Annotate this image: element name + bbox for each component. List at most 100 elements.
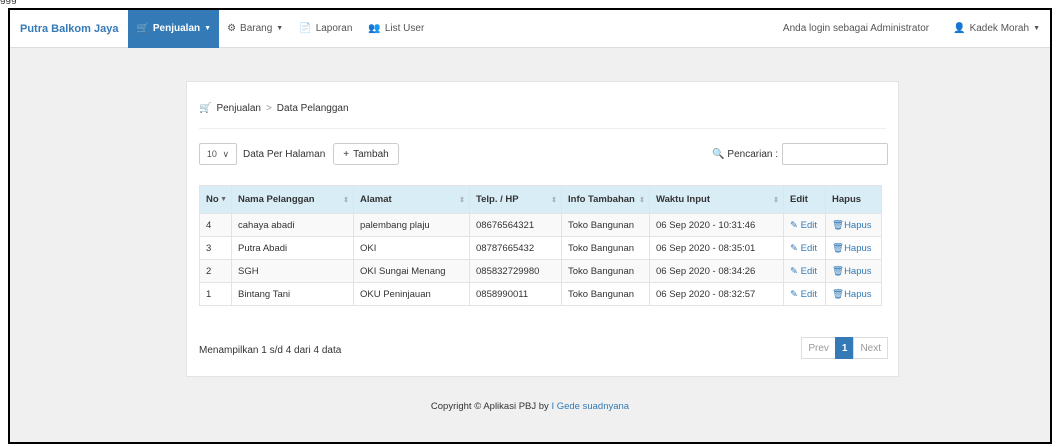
delete-link[interactable]: 🗑Hapus — [832, 289, 872, 300]
next-page-button[interactable]: Next — [853, 337, 888, 359]
search-group: 🔍 Pencarian : — [712, 143, 888, 165]
trash-icon: 🗑 — [832, 242, 845, 254]
cell-info: Toko Bangunan — [561, 282, 650, 306]
user-menu[interactable]: 👤 Kadek Morah ▼ — [943, 23, 1050, 34]
perpage-label: Data Per Halaman — [243, 148, 326, 160]
cell-nama: cahaya abadi — [231, 213, 354, 237]
page-button-current[interactable]: 1 — [834, 337, 855, 359]
search-label: 🔍 Pencarian : — [712, 149, 778, 160]
sort-icon: ⇕ — [343, 197, 349, 204]
cell-info: Toko Bangunan — [561, 259, 650, 283]
cell-edit: ✎ Edit — [783, 213, 826, 237]
cell-hapus: 🗑Hapus — [825, 259, 882, 283]
sort-icon: ⇕ — [773, 197, 779, 204]
top-navbar: Putra Balkom Jaya 🛒 Penjualan ▼ ⚙ Barang… — [10, 10, 1050, 48]
nav-barang[interactable]: ⚙ Barang ▼ — [219, 10, 291, 48]
navbar-right: Anda login sebagai Administrator 👤 Kadek… — [769, 10, 1050, 48]
content-panel: 🛒 Penjualan > Data Pelanggan 10 ∨ Data P… — [186, 81, 899, 377]
document-icon: 📄 — [299, 23, 312, 34]
header-alamat[interactable]: Alamat ⇕ — [353, 185, 470, 214]
header-hapus: Hapus — [825, 185, 882, 214]
sort-icon: ⇕ — [459, 197, 465, 204]
plus-icon: + — [343, 148, 350, 160]
add-button-label: Tambah — [353, 148, 389, 160]
nav-list-user-label: List User — [384, 23, 425, 34]
cell-info: Toko Bangunan — [561, 213, 650, 237]
breadcrumb-section[interactable]: Penjualan — [216, 103, 260, 114]
pencil-icon: ✎ — [790, 288, 798, 300]
cell-no: 4 — [199, 213, 232, 237]
pencil-icon: ✎ — [790, 242, 798, 254]
trash-icon: 🗑 — [832, 288, 845, 300]
nav-laporan[interactable]: 📄 Laporan — [291, 10, 360, 48]
copyright-footer: Copyright © Aplikasi PBJ by I Gede suadn… — [10, 401, 1050, 412]
table-row: 4 cahaya abadi palembang plaju 086765643… — [199, 213, 882, 237]
cell-hapus: 🗑Hapus — [825, 282, 882, 306]
user-icon: 👤 — [953, 23, 966, 34]
cell-telp: 0858990011 — [469, 282, 562, 306]
clipped-top-text: ggg — [0, 0, 17, 5]
perpage-select[interactable]: 10 ∨ — [199, 143, 237, 165]
nav-laporan-label: Laporan — [315, 23, 353, 34]
copyright-text: Copyright © Aplikasi PBJ by — [430, 401, 549, 412]
header-edit: Edit — [783, 185, 826, 214]
table-row: 3 Putra Abadi OKI 08787665432 Toko Bangu… — [199, 236, 882, 260]
users-icon: 👥 — [368, 23, 381, 34]
breadcrumb-current: Data Pelanggan — [276, 103, 349, 114]
login-status-text: Anda login sebagai Administrator — [782, 23, 930, 34]
gear-icon: ⚙ — [227, 23, 237, 34]
edit-link[interactable]: ✎ Edit — [790, 266, 817, 277]
header-no[interactable]: No ▼ — [199, 185, 232, 214]
user-name: Kadek Morah — [969, 23, 1030, 34]
delete-link[interactable]: 🗑Hapus — [832, 243, 872, 254]
cart-icon: 🛒 — [136, 23, 149, 34]
search-label-text: Pencarian : — [727, 148, 778, 160]
nav-penjualan[interactable]: 🛒 Penjualan ▼ — [128, 10, 220, 48]
cell-alamat: palembang plaju — [353, 213, 470, 237]
pagination: Prev 1 Next — [801, 337, 888, 359]
breadcrumb-separator: > — [265, 103, 272, 114]
header-info[interactable]: Info Tambahan ⇕ — [561, 185, 650, 214]
cell-no: 1 — [199, 282, 232, 306]
cell-alamat: OKI — [353, 236, 470, 260]
cell-edit: ✎ Edit — [783, 282, 826, 306]
header-waktu[interactable]: Waktu Input ⇕ — [649, 185, 784, 214]
search-input[interactable] — [782, 143, 888, 165]
pencil-icon: ✎ — [790, 265, 798, 277]
cell-telp: 08787665432 — [469, 236, 562, 260]
table-info-text: Menampilkan 1 s/d 4 dari 4 data — [199, 345, 342, 356]
cell-waktu: 06 Sep 2020 - 08:35:01 — [649, 236, 784, 260]
customer-table: No ▼ Nama Pelanggan ⇕ Alamat ⇕ Telp. / HP ⇕… — [199, 185, 882, 306]
cell-nama: Putra Abadi — [231, 236, 354, 260]
edit-link[interactable]: ✎ Edit — [790, 289, 817, 300]
sort-desc-icon: ▼ — [220, 196, 227, 203]
trash-icon: 🗑 — [832, 219, 845, 231]
sort-icon: ⇕ — [639, 197, 645, 204]
author-link[interactable]: I Gede suadnyana — [551, 401, 629, 412]
prev-page-button[interactable]: Prev — [801, 337, 836, 359]
app-window: Putra Balkom Jaya 🛒 Penjualan ▼ ⚙ Barang… — [8, 8, 1052, 444]
cart-icon: 🛒 — [199, 103, 212, 114]
cell-edit: ✎ Edit — [783, 236, 826, 260]
sort-icon: ⇕ — [551, 197, 557, 204]
cell-edit: ✎ Edit — [783, 259, 826, 283]
edit-link[interactable]: ✎ Edit — [790, 220, 817, 231]
brand-logo[interactable]: Putra Balkom Jaya — [10, 10, 128, 48]
chevron-down-icon: ∨ — [222, 148, 230, 159]
cell-waktu: 06 Sep 2020 - 10:31:46 — [649, 213, 784, 237]
search-icon: 🔍 — [711, 148, 725, 160]
chevron-down-icon: ▼ — [204, 25, 212, 32]
header-nama[interactable]: Nama Pelanggan ⇕ — [231, 185, 354, 214]
edit-link[interactable]: ✎ Edit — [790, 243, 817, 254]
add-button[interactable]: + Tambah — [333, 143, 399, 165]
cell-no: 3 — [199, 236, 232, 260]
cell-no: 2 — [199, 259, 232, 283]
delete-link[interactable]: 🗑Hapus — [832, 266, 872, 277]
nav-list-user[interactable]: 👥 List User — [360, 10, 432, 48]
cell-alamat: OKI Sungai Menang — [353, 259, 470, 283]
delete-link[interactable]: 🗑Hapus — [832, 220, 872, 231]
cell-hapus: 🗑Hapus — [825, 236, 882, 260]
header-telp[interactable]: Telp. / HP ⇕ — [469, 185, 562, 214]
cell-info: Toko Bangunan — [561, 236, 650, 260]
cell-waktu: 06 Sep 2020 - 08:34:26 — [649, 259, 784, 283]
